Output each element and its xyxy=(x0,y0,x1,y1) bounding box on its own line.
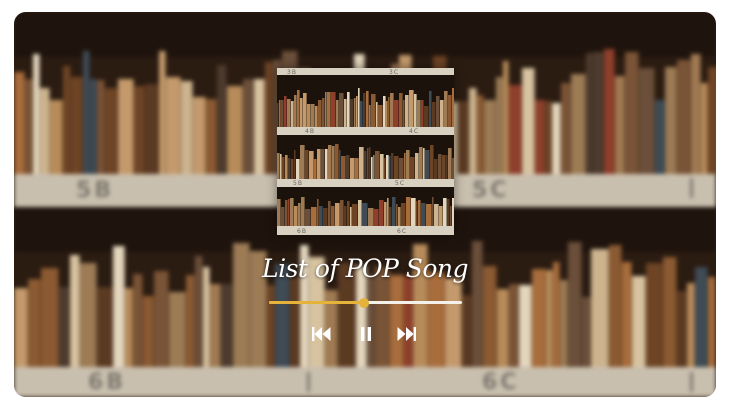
shelf-label: 6C xyxy=(482,370,520,395)
book-spine xyxy=(145,84,159,175)
book-spine xyxy=(50,100,63,175)
book-spine xyxy=(105,88,118,175)
book-spine xyxy=(97,80,105,175)
cover-shelf-label: 6C xyxy=(397,228,408,235)
cover-shelf-label: 4B xyxy=(305,128,315,135)
song-title: List of POP Song xyxy=(261,254,469,283)
book-spine xyxy=(33,54,40,175)
book-spine xyxy=(452,88,454,127)
book-spine xyxy=(166,77,181,175)
cover-shelf-label: 5B xyxy=(293,180,303,187)
book-spine xyxy=(545,101,552,175)
book-spine xyxy=(390,275,404,368)
book-spine xyxy=(546,270,553,368)
pause-button[interactable] xyxy=(355,324,377,344)
book-spine xyxy=(186,275,195,368)
book-spine xyxy=(404,276,413,368)
progress-thumb[interactable] xyxy=(358,297,369,308)
skip-forward-icon xyxy=(397,327,416,341)
next-button[interactable] xyxy=(395,324,417,344)
cover-shelf-label: 3C xyxy=(389,69,400,76)
book-spine xyxy=(452,158,454,179)
book-spine xyxy=(458,101,469,175)
book-spine xyxy=(535,100,545,175)
book-spine xyxy=(206,99,217,175)
book-spine xyxy=(665,67,677,175)
book-spine xyxy=(691,54,701,175)
cover-shelf-label: 6B xyxy=(297,228,307,235)
shelf-divider xyxy=(690,372,693,392)
book-spine xyxy=(133,274,143,368)
shelf-label: 5C xyxy=(472,178,510,203)
book-spine xyxy=(118,79,134,175)
book-spine xyxy=(367,275,375,368)
previous-button[interactable] xyxy=(311,324,333,344)
pause-icon xyxy=(361,327,371,341)
book-spine xyxy=(586,53,593,175)
book-spine xyxy=(655,100,665,175)
cover-shelf-label: 4C xyxy=(409,128,420,135)
book-spine xyxy=(181,81,193,175)
book-spine xyxy=(708,277,716,368)
book-spine xyxy=(615,76,625,175)
book-spine xyxy=(496,77,503,175)
book-spine xyxy=(632,276,646,368)
book-spine xyxy=(254,79,265,175)
skip-back-icon xyxy=(312,327,331,341)
book-spine xyxy=(428,272,445,368)
album-cover: 3B 3C 4B 4C 5B 5C 6B 6C xyxy=(277,68,454,235)
book-spine xyxy=(193,97,206,175)
book-spine xyxy=(265,62,273,175)
book-spine xyxy=(484,100,496,175)
book-spine xyxy=(522,68,535,175)
book-spine xyxy=(159,51,166,175)
book-spine xyxy=(604,49,615,175)
book-spine xyxy=(83,51,90,175)
book-spine xyxy=(14,72,25,175)
book-spine xyxy=(71,77,83,175)
book-spine xyxy=(477,95,484,175)
book-spine xyxy=(217,65,227,175)
shelf-divider xyxy=(690,178,693,198)
progress-bar[interactable] xyxy=(269,297,462,308)
book-spine xyxy=(63,66,71,175)
playback-controls xyxy=(14,324,716,344)
book-spine xyxy=(445,278,462,368)
cover-shelf-label: 3B xyxy=(287,69,297,76)
book-spine xyxy=(243,79,254,175)
book-spine xyxy=(154,271,169,368)
music-player-card: 5B 5C 6B 6C 3B 3C 4B 4C 5B 5C 6B 6C List… xyxy=(14,12,716,397)
book-spine xyxy=(227,86,243,175)
book-spine xyxy=(134,86,145,175)
book-spine xyxy=(40,88,50,175)
shelf-divider xyxy=(307,372,310,392)
book-spine xyxy=(593,52,604,175)
book-spine xyxy=(625,52,639,175)
book-spine xyxy=(452,198,454,226)
cover-shelf-label: 5C xyxy=(395,180,406,187)
book-spine xyxy=(561,83,571,175)
book-spine xyxy=(509,85,522,175)
book-spine xyxy=(469,88,477,175)
progress-fill xyxy=(269,301,364,304)
book-spine xyxy=(290,277,300,368)
book-spine xyxy=(90,79,97,175)
shelf-label: 5B xyxy=(76,178,115,203)
book-spine xyxy=(701,83,708,175)
book-spine xyxy=(532,269,546,368)
book-spine xyxy=(708,67,716,175)
book-spine xyxy=(25,79,33,175)
book-spine xyxy=(552,103,561,175)
book-spine xyxy=(571,74,586,175)
book-spine xyxy=(41,268,59,368)
book-spine xyxy=(677,60,691,175)
book-spine xyxy=(639,68,655,175)
shelf-label: 6B xyxy=(88,370,127,395)
